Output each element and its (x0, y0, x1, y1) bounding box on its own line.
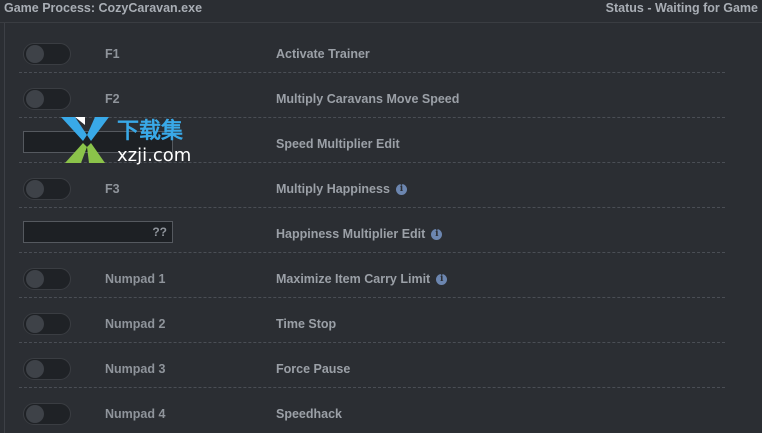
cheat-row-speedhack: Numpad 4 Speedhack (5, 387, 762, 432)
cheat-row-time-stop: Numpad 2 Time Stop (5, 297, 762, 343)
cheat-label: Activate Trainer (276, 47, 370, 61)
hotkey-label: F3 (105, 182, 120, 196)
toggle-switch[interactable] (23, 403, 71, 425)
info-icon[interactable]: i (395, 183, 407, 195)
toggle-knob (26, 45, 44, 63)
cheat-label-text: Multiply Caravans Move Speed (276, 92, 460, 106)
cheat-label-text: Speedhack (276, 407, 343, 421)
cheat-label: Multiply Happiness i (276, 182, 407, 196)
cheat-row-happiness-multiplier-edit: ?? Happiness Multiplier Edit i (5, 207, 762, 253)
cheat-label: Happiness Multiplier Edit i (276, 227, 443, 241)
toggle-knob (26, 360, 44, 378)
cheat-label-text: Speed Multiplier Edit (276, 137, 400, 151)
hotkey-label: Numpad 1 (105, 272, 166, 286)
cheat-row-activate-trainer: F1 Activate Trainer (5, 27, 762, 73)
cheat-label: Maximize Item Carry Limit i (276, 272, 448, 286)
hotkey-label: Numpad 4 (105, 407, 166, 421)
cheat-label-text: Maximize Item Carry Limit (276, 272, 431, 286)
hotkey-label: Numpad 2 (105, 317, 166, 331)
info-icon[interactable]: i (436, 273, 448, 285)
cheat-label-text: Happiness Multiplier Edit (276, 227, 426, 241)
cheat-list: F1 Activate Trainer F2 Multiply Caravans… (4, 23, 762, 433)
toggle-switch[interactable] (23, 268, 71, 290)
toggle-switch[interactable] (23, 88, 71, 110)
cheat-label-text: Force Pause (276, 362, 351, 376)
toggle-switch[interactable] (23, 43, 71, 65)
watermark-url-text: xzji.com (117, 145, 192, 166)
toggle-knob (26, 90, 44, 108)
cheat-label: Multiply Caravans Move Speed (276, 92, 459, 106)
hotkey-label: Numpad 3 (105, 362, 166, 376)
watermark-x-icon (61, 117, 109, 163)
watermark-logo: 下载集 xzji.com (57, 111, 227, 171)
cheat-label-text: Activate Trainer (276, 47, 370, 61)
watermark-cn-text: 下载集 (117, 119, 184, 144)
game-process-label: Game Process: CozyCaravan.exe (4, 1, 203, 15)
cheat-label: Time Stop (276, 317, 336, 331)
happiness-multiplier-input[interactable]: ?? (23, 221, 173, 243)
toggle-knob (26, 180, 44, 198)
cheat-label-text: Multiply Happiness (276, 182, 390, 196)
toggle-knob (26, 405, 44, 423)
cheat-row-max-item-carry: Numpad 1 Maximize Item Carry Limit i (5, 252, 762, 298)
toggle-switch[interactable] (23, 313, 71, 335)
cheat-label: Speedhack (276, 407, 342, 421)
cheat-label-text: Time Stop (276, 317, 337, 331)
toggle-knob (26, 315, 44, 333)
hotkey-label: F1 (105, 47, 120, 61)
toggle-switch[interactable] (23, 178, 71, 200)
toggle-knob (26, 270, 44, 288)
title-bar: Game Process: CozyCaravan.exe Status - W… (0, 0, 762, 23)
status-label: Status - Waiting for Game (605, 1, 758, 15)
cheat-label: Speed Multiplier Edit (276, 137, 400, 151)
info-icon[interactable]: i (431, 228, 443, 240)
toggle-switch[interactable] (23, 358, 71, 380)
cheat-label: Force Pause (276, 362, 350, 376)
hotkey-label: F2 (105, 92, 120, 106)
cheat-row-force-pause: Numpad 3 Force Pause (5, 342, 762, 388)
